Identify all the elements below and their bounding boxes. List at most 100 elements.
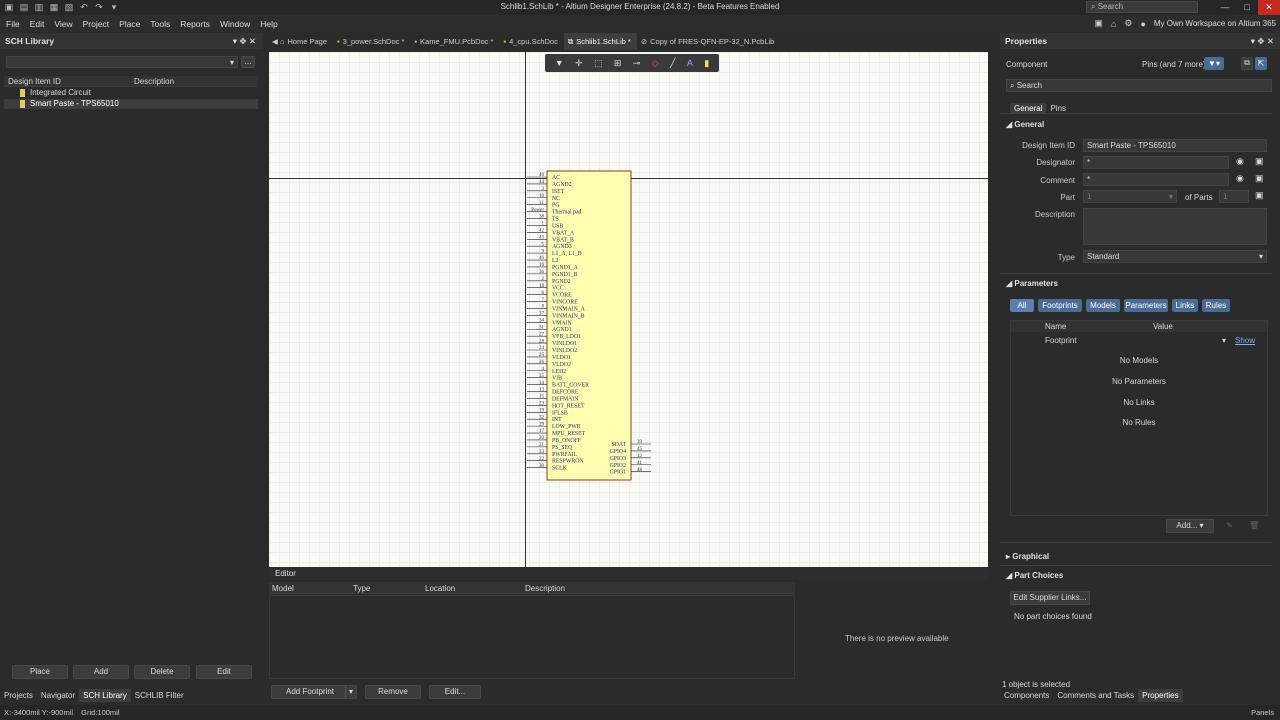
copy-icon[interactable]: ⧉ — [1241, 57, 1253, 70]
menu-reports[interactable]: Reports — [180, 19, 210, 29]
gear-icon[interactable]: ⚙ — [1124, 18, 1132, 29]
pin-name: GPIO3 — [610, 456, 627, 462]
trash-icon[interactable]: 🗑 — [1249, 521, 1259, 530]
filter-links-button[interactable]: Links — [1172, 299, 1198, 312]
tab-label: Copy of FRES-QFN-EP-32_N.PcbLib — [650, 37, 775, 46]
table-row[interactable]: Footprint ▾ Show — [1011, 335, 1267, 346]
panel-controls[interactable]: ▾ ✥ ✕ — [1251, 33, 1274, 49]
col-name[interactable]: Name — [1045, 322, 1066, 331]
col-location[interactable]: Location — [425, 584, 455, 593]
workspace-link[interactable]: My Own Workspace on Altium 365 — [1154, 19, 1276, 28]
lock-icon[interactable]: ▣ — [1255, 156, 1264, 167]
tab-components[interactable]: Components — [1000, 689, 1053, 702]
col-model[interactable]: Model — [272, 584, 294, 593]
tab-projects[interactable]: Projects — [0, 689, 37, 702]
graphical-section-header[interactable]: ▸ Graphical — [1006, 552, 1049, 561]
component-symbol[interactable]: 40 AC 44 AGND2 3 ISET 10 NC 11 PG Power Thermal pad… — [269, 52, 988, 567]
tab-pcblib-copy[interactable]: ⊘ Copy of FRES-QFN-EP-32_N.PcbLib — [637, 33, 781, 50]
text-icon[interactable]: A — [687, 58, 693, 68]
edit-model-button[interactable]: Edit... — [429, 685, 481, 699]
filter-rules-button[interactable]: Rules — [1202, 299, 1230, 312]
close-button[interactable]: ✕ — [1258, 0, 1280, 15]
col-type[interactable]: Type — [353, 584, 370, 593]
chevron-down-icon[interactable]: ▾ — [1222, 336, 1226, 345]
filter-options-button[interactable]: … — [241, 56, 255, 68]
visibility-eye-icon[interactable]: ◉ — [1236, 173, 1244, 184]
lock-icon[interactable]: ▣ — [1255, 173, 1264, 184]
user-icon[interactable]: ● — [1140, 19, 1145, 29]
global-search[interactable]: ⌕ Search — [1086, 1, 1198, 13]
pin-icon[interactable]: ⊸ — [633, 58, 641, 69]
menu-edit[interactable]: Edit — [30, 19, 45, 29]
list-item[interactable]: Integrated Circuit — [4, 88, 258, 98]
filter-icon[interactable]: ▼▾ — [1204, 57, 1224, 70]
show-link[interactable]: Show — [1235, 336, 1255, 345]
align-icon[interactable]: ⊞ — [614, 58, 622, 69]
filter-models-button[interactable]: Models — [1086, 299, 1120, 312]
select-icon[interactable]: ⬚ — [594, 58, 603, 69]
design-item-id-field[interactable]: Smart Paste - TPS65010 — [1083, 139, 1267, 152]
maximize-button[interactable]: □ — [1236, 0, 1258, 15]
chat-icon[interactable]: ▣ — [1094, 18, 1103, 29]
tab-3-power[interactable]: ▪ 3_power.SchDoc * — [333, 33, 410, 50]
filter-parameters-button[interactable]: Parameters — [1124, 299, 1168, 312]
menu-tools[interactable]: Tools — [150, 19, 170, 29]
menu-place[interactable]: Place — [119, 19, 140, 29]
ieee-symbol-icon[interactable]: ◇ — [652, 58, 659, 69]
edit-supplier-links-button[interactable]: Edit Supplier Links... — [1010, 591, 1090, 605]
col-model-description[interactable]: Description — [525, 584, 565, 593]
filter-all-button[interactable]: All — [1010, 299, 1034, 312]
tab-kame-fmu[interactable]: ▪ Kame_FMU.PcbDoc * — [410, 33, 499, 50]
library-filter-input[interactable]: ▾ — [6, 56, 238, 68]
col-value[interactable]: Value — [1153, 322, 1173, 331]
tab-4-cpu[interactable]: ▪ 4_cpu.SchDoc — [499, 33, 563, 50]
edit-pencil-icon[interactable]: ✎ — [1226, 521, 1233, 530]
menu-help[interactable]: Help — [260, 19, 277, 29]
list-item-selected[interactable]: Smart Paste - TPS65010 — [4, 99, 258, 109]
part-choices-section-header[interactable]: ◢ Part Choices — [1006, 571, 1063, 580]
home-icon[interactable]: ⌂ — [1111, 19, 1116, 29]
delete-button[interactable]: Delete — [134, 665, 190, 679]
tab-schlib1[interactable]: ⧉ Schlib1.SchLib * — [563, 33, 637, 50]
general-section-header[interactable]: ◢ General — [1006, 120, 1044, 129]
type-select[interactable]: Standard ▾ — [1083, 250, 1267, 263]
col-description[interactable]: Description — [134, 77, 174, 86]
panels-button[interactable]: Panels — [1251, 705, 1274, 720]
model-list[interactable] — [269, 595, 795, 679]
schematic-canvas[interactable]: 40 AC 44 AGND2 3 ISET 10 NC 11 PG Power Thermal pad… — [269, 52, 988, 567]
tab-home-page[interactable]: ◀ ⌂ Home Page — [268, 33, 333, 50]
panel-controls[interactable]: ▾ ✥ ✕ — [233, 33, 256, 49]
move-icon[interactable]: ✛ — [575, 58, 583, 69]
description-field[interactable] — [1083, 208, 1267, 245]
tab-sch-library[interactable]: SCH Library — [79, 689, 131, 702]
add-footprint-button[interactable]: Add Footprint ▾ — [271, 685, 357, 699]
parameters-section-header[interactable]: ◢ Parameters — [1006, 279, 1058, 288]
menu-project[interactable]: Project — [83, 19, 109, 29]
visibility-eye-icon[interactable]: ◉ — [1236, 156, 1244, 167]
part-select[interactable]: 1 ▾ — [1083, 190, 1177, 203]
place-button[interactable]: Place — [12, 665, 68, 679]
chevron-down-icon[interactable]: ▾ — [344, 686, 356, 698]
comment-field[interactable]: * — [1083, 173, 1229, 186]
menu-window[interactable]: Window — [220, 19, 250, 29]
part-icon[interactable]: ▮ — [704, 58, 709, 69]
menu-view[interactable]: View — [54, 19, 72, 29]
tab-properties[interactable]: Properties — [1138, 689, 1183, 702]
properties-search[interactable]: ⌕ Search — [1006, 79, 1272, 92]
filter-footprints-button[interactable]: Footprints — [1038, 299, 1082, 312]
tab-comments-tasks[interactable]: Comments and Tasks — [1053, 689, 1138, 702]
menu-file[interactable]: File — [6, 19, 20, 29]
select-mask-icon[interactable]: ⇱ — [1255, 57, 1267, 70]
tab-navigator[interactable]: Navigator — [37, 689, 79, 702]
lock-icon[interactable]: ▣ — [1255, 190, 1264, 201]
edit-button[interactable]: Edit — [196, 665, 252, 679]
filter-icon[interactable]: ▼ — [555, 58, 564, 68]
remove-model-button[interactable]: Remove — [365, 685, 421, 699]
tab-schlib-filter[interactable]: SCHLIB Filter — [131, 689, 188, 702]
designator-field[interactable]: * — [1083, 156, 1229, 169]
col-design-item-id[interactable]: Design Item ID — [8, 77, 61, 86]
add-button[interactable]: Add — [73, 665, 129, 679]
add-parameter-button[interactable]: Add... ▾ — [1166, 519, 1214, 533]
line-icon[interactable]: ╱ — [670, 58, 675, 69]
minimize-button[interactable]: — — [1214, 0, 1236, 15]
